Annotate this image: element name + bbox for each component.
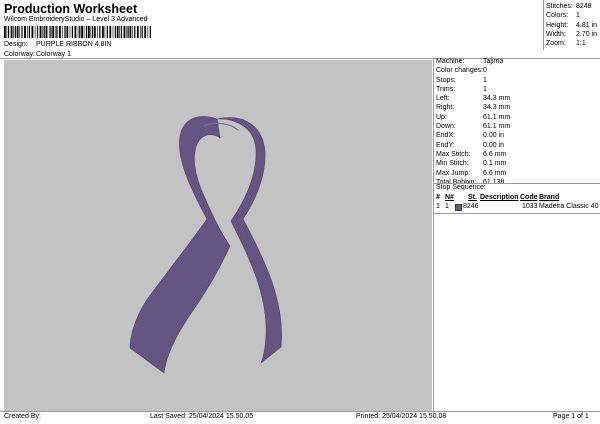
stat-stitches: Stitches: 8248 bbox=[546, 3, 592, 10]
prop-machine: Machine: Tajima bbox=[436, 58, 504, 65]
machine-properties: Machine: Tajima Color changes: 0 Stops: 1 T… bbox=[436, 58, 596, 188]
stat-width: Width: 2.70 in bbox=[546, 30, 598, 38]
prop-endx: EndX: 0.00 in bbox=[436, 132, 505, 140]
table-row: 1 1 8246 1033 Madeira Classic 40 bbox=[436, 203, 599, 211]
design-name: PURPLE RIBBON 4.8IN bbox=[36, 41, 112, 48]
stat-colors: Colors: 1 bbox=[546, 12, 580, 20]
divider bbox=[0, 411, 600, 412]
stop-sequence-header: # N# St. Description Code Brand bbox=[436, 194, 560, 201]
footer-printed: Printed: 25/04/2024 15.50.08 bbox=[356, 413, 447, 420]
prop-down: Down: 61.1 mm bbox=[436, 123, 511, 131]
footer-page: Page 1 of 1 bbox=[553, 413, 589, 420]
ribbon-design bbox=[129, 116, 282, 374]
summary-stats: Stitches: 8248 Colors: 1 Height: 4.81 in Wi… bbox=[546, 3, 600, 49]
prop-right: Right: 34.3 mm bbox=[436, 104, 511, 112]
colorway-name: Colorway 1 bbox=[36, 50, 72, 58]
design-row: Design: PURPLE RIBBON 4.8IN bbox=[4, 41, 112, 48]
prop-endy: EndY: 0.00 in bbox=[436, 141, 505, 149]
prop-color-changes: Color changes: 0 bbox=[436, 67, 487, 75]
ribbon-left-strand bbox=[129, 116, 231, 374]
prop-max-stitch: Max Stitch: 6.6 mm bbox=[436, 150, 507, 158]
prop-max-jump: Max Jump: 6.6 mm bbox=[436, 169, 507, 177]
footer-last-saved: Last Saved: 25/04/2024 15.50.05 bbox=[150, 413, 254, 420]
prop-up: Up: 61.1 mm bbox=[436, 113, 511, 121]
prop-left: Left: 34.3 mm bbox=[436, 95, 511, 103]
prop-min-stitch: Min Stitch: 0.1 mm bbox=[436, 160, 507, 168]
ribbon-right-strand bbox=[216, 117, 282, 364]
divider bbox=[543, 0, 544, 50]
barcode-icon bbox=[4, 26, 151, 38]
divider bbox=[433, 58, 434, 413]
footer-created-by: Created By: bbox=[4, 413, 41, 420]
stat-zoom: Zoom: 1:1 bbox=[546, 40, 586, 48]
stat-height: Height: 4.81 in bbox=[546, 21, 598, 29]
prop-stops: Stops: 1 bbox=[436, 76, 487, 84]
design-preview bbox=[4, 60, 432, 411]
thread-color-swatch bbox=[455, 204, 462, 211]
prop-trims: Trims: 1 bbox=[436, 85, 487, 93]
divider bbox=[434, 213, 600, 214]
worksheet-title: Production Worksheet bbox=[4, 2, 138, 16]
software-subtitle: Wilcom EmbroideryStudio – Level 3 Advanc… bbox=[4, 16, 148, 23]
stop-sequence-title: Stop Sequence: bbox=[436, 184, 486, 191]
